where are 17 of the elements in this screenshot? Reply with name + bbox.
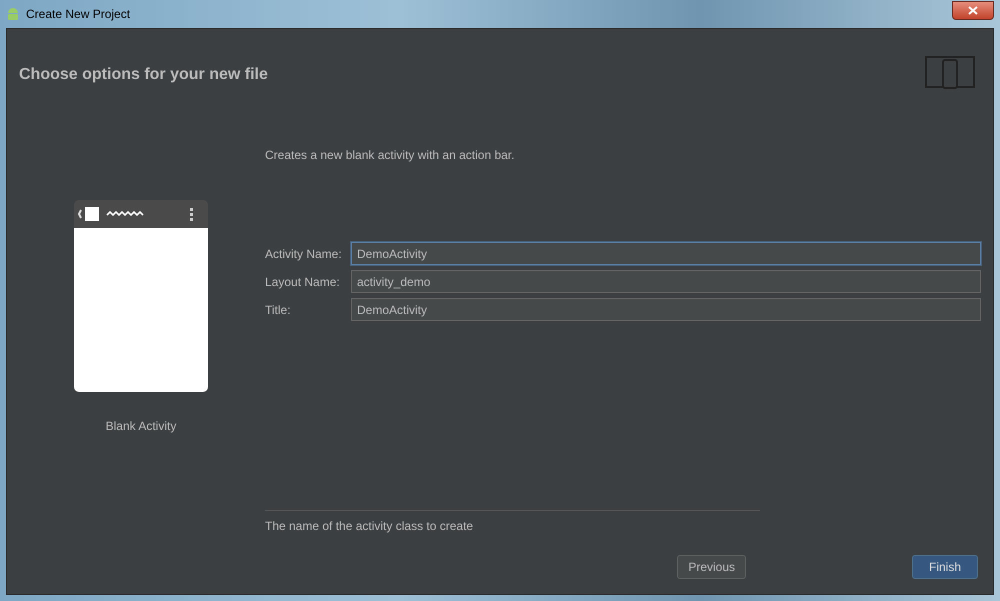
description-text: Creates a new blank activity with an action bar.	[265, 148, 516, 162]
window-title: Create New Project	[26, 7, 130, 21]
help-text: The name of the activity class to create	[265, 519, 474, 533]
finish-button[interactable]: Finish	[912, 555, 978, 579]
field-label: Layout Name:	[265, 274, 341, 288]
device-icon	[925, 56, 975, 90]
close-button[interactable]	[952, 0, 994, 20]
field-label: Activity Name:	[265, 246, 343, 260]
page-heading: Choose options for your new file	[19, 66, 268, 84]
field-label: Title:	[265, 302, 292, 316]
text-field[interactable]: activity_demo	[351, 270, 981, 293]
previous-button[interactable]: Previous	[677, 555, 746, 579]
android-icon	[6, 7, 20, 21]
close-icon	[968, 6, 978, 14]
text-field[interactable]: DemoActivity	[351, 298, 981, 321]
template-name: Blank Activity	[106, 419, 176, 433]
text-field[interactable]: DemoActivity	[351, 242, 981, 265]
